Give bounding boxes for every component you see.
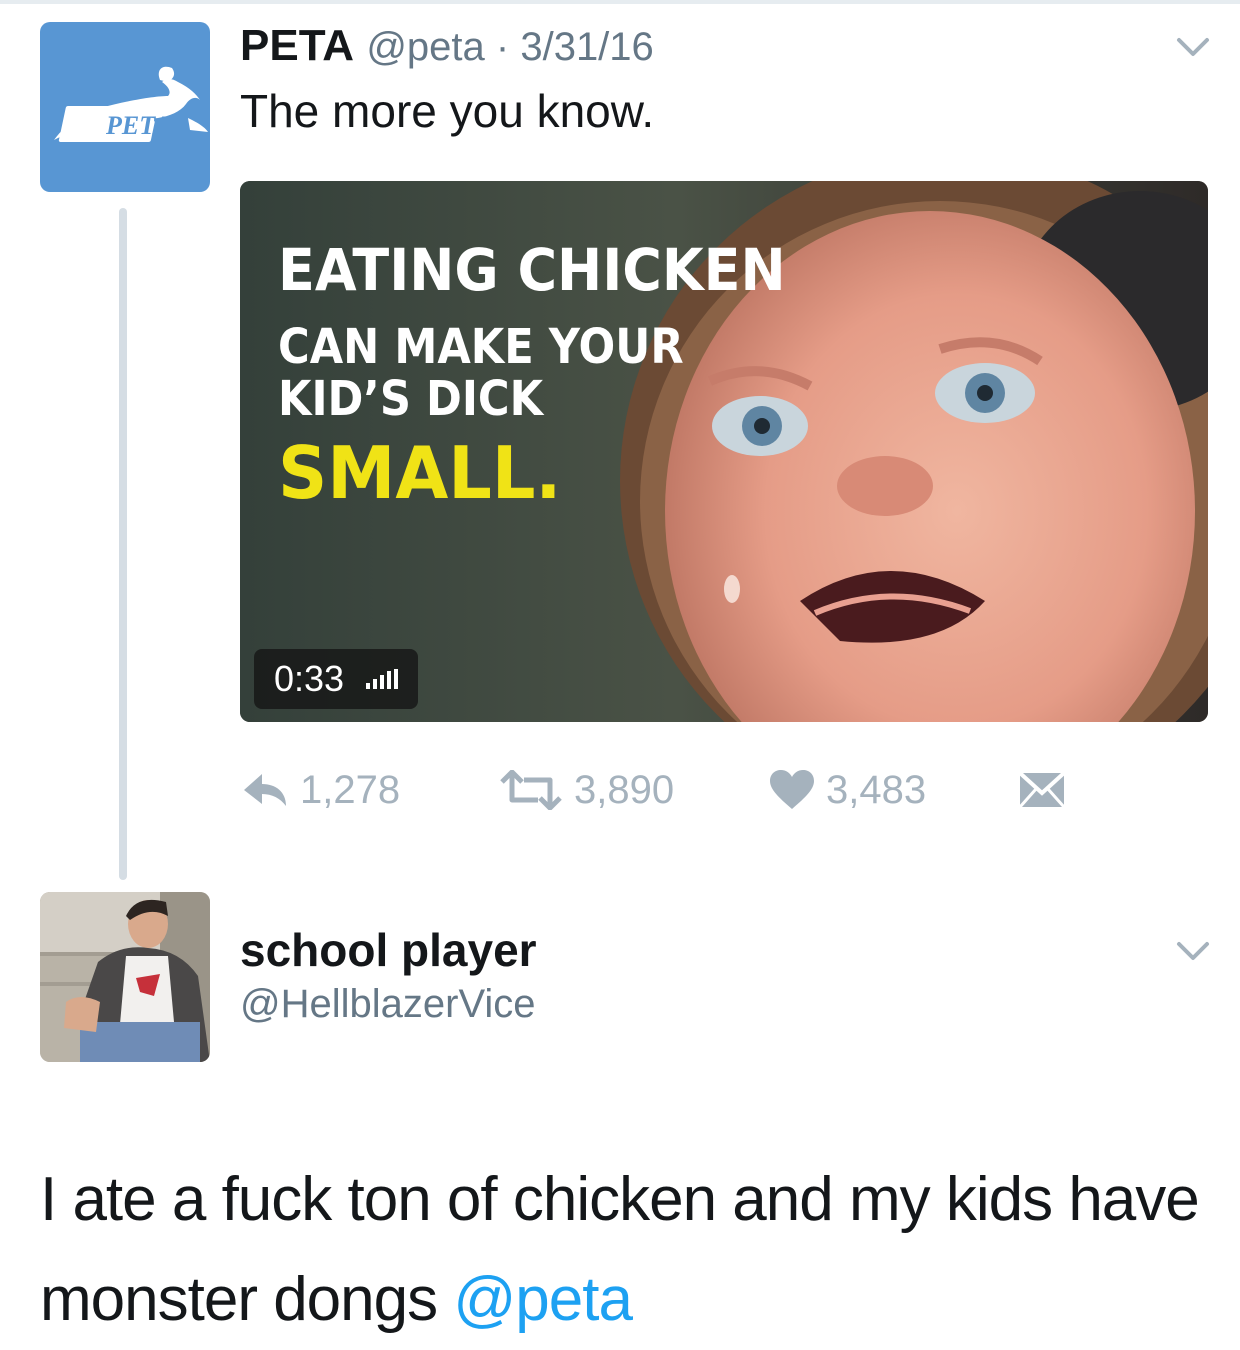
headline-line-3: KID’S DICK: [278, 371, 544, 427]
dm-button[interactable]: [1018, 762, 1066, 818]
headline-line-4: SMALL.: [278, 431, 562, 515]
like-count: 3,483: [826, 767, 927, 812]
tweet-header: PETA @peta · 3/31/16: [240, 18, 654, 75]
user-photo: [40, 892, 210, 1062]
reply-author-handle[interactable]: @HellblazerVice: [240, 978, 536, 1030]
svg-text:PETA: PETA: [105, 111, 171, 140]
mention-link[interactable]: @peta: [453, 1265, 633, 1334]
peta-avatar[interactable]: PETA: [40, 22, 210, 192]
headline-line-1: EATING CHICKEN: [278, 236, 786, 304]
reply-author-name[interactable]: school player: [240, 922, 537, 978]
like-button[interactable]: 3,483: [768, 762, 926, 818]
chevron-down-icon[interactable]: [1176, 36, 1210, 58]
headline-line-2: CAN MAKE YOUR: [278, 319, 684, 375]
reply-icon: [244, 774, 286, 806]
video-thumbnail[interactable]: EATING CHICKEN CAN MAKE YOUR KID’S DICK …: [240, 181, 1208, 722]
user-avatar[interactable]: [40, 892, 210, 1062]
chevron-down-icon[interactable]: [1176, 940, 1210, 962]
reply-count: 1,278: [300, 767, 401, 812]
author-name[interactable]: PETA: [240, 21, 354, 70]
tweet-text: The more you know.: [240, 85, 655, 137]
peta-rabbit-logo: PETA: [54, 66, 208, 142]
thread-connector: [119, 208, 127, 880]
video-duration-badge: 0:33: [254, 649, 419, 709]
retweet-icon: [500, 770, 562, 810]
reply-text: I ate a fuck ton of chicken and my kids …: [40, 1150, 1220, 1350]
volume-icon[interactable]: [366, 669, 399, 689]
envelope-icon: [1018, 771, 1066, 808]
author-meta[interactable]: @peta · 3/31/16: [366, 25, 653, 69]
top-divider: [0, 0, 1240, 4]
heart-icon: [770, 770, 814, 809]
reply-button[interactable]: 1,278: [240, 762, 400, 818]
video-duration: 0:33: [274, 658, 345, 699]
retweet-button[interactable]: 3,890: [498, 762, 674, 818]
retweet-count: 3,890: [574, 767, 675, 812]
